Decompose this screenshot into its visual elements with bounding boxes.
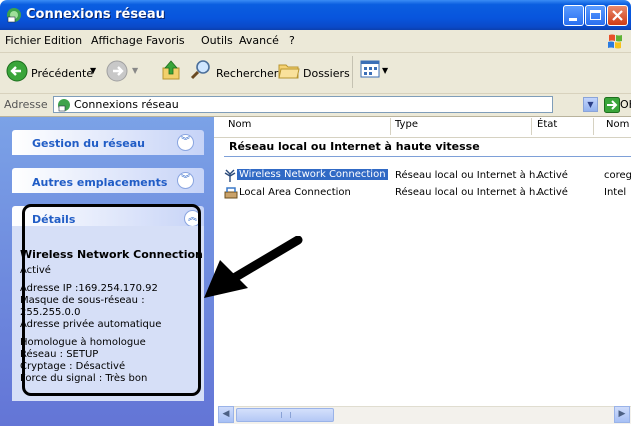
up-folder-button[interactable]	[160, 58, 182, 85]
folders-button[interactable]	[278, 60, 300, 83]
back-button[interactable]	[6, 60, 28, 85]
network-connections-icon	[7, 8, 21, 23]
menu-help[interactable]: ?	[289, 34, 295, 47]
column-divider[interactable]	[390, 118, 391, 135]
back-label[interactable]: Précédente	[31, 67, 93, 80]
maximize-button[interactable]	[585, 5, 606, 26]
other-places-title[interactable]: Autres emplacements	[32, 176, 167, 189]
search-label[interactable]: Rechercher	[216, 67, 278, 80]
scroll-thumb[interactable]	[236, 408, 334, 422]
maximize-icon	[590, 10, 601, 20]
column-header-name[interactable]: Nom	[228, 119, 251, 136]
network-connections-icon	[58, 99, 70, 112]
chevron-expand-icon[interactable]: ︾	[177, 172, 194, 189]
go-label[interactable]: OK	[620, 98, 631, 111]
close-button[interactable]	[607, 5, 628, 26]
grip-icon	[281, 412, 291, 418]
menu-file[interactable]: Fichier	[5, 34, 41, 47]
back-arrow-icon	[6, 60, 28, 82]
menu-favorites[interactable]: Favoris	[146, 34, 185, 47]
column-header-device[interactable]: Nom	[606, 119, 629, 136]
forward-dropdown-icon[interactable]: ▼	[132, 66, 138, 75]
column-divider[interactable]	[531, 118, 532, 135]
views-dropdown-icon[interactable]: ▼	[382, 66, 388, 75]
views-icon	[360, 60, 380, 78]
menu-advanced[interactable]: Avancé	[239, 34, 279, 47]
annotation-arrow	[204, 236, 303, 298]
go-arrow-icon[interactable]	[604, 97, 620, 113]
forward-button[interactable]	[106, 60, 128, 85]
chevron-expand-icon[interactable]: ︾	[177, 134, 194, 151]
row-lan-status: Activé	[537, 187, 568, 198]
column-divider[interactable]	[593, 118, 594, 135]
lan-connection-icon	[224, 187, 238, 199]
views-button[interactable]	[360, 60, 380, 81]
forward-arrow-icon	[106, 60, 128, 82]
group-divider	[224, 156, 631, 157]
minimize-icon	[569, 18, 577, 21]
search-icon	[190, 60, 210, 80]
close-icon	[612, 10, 623, 21]
network-tasks-title[interactable]: Gestion du réseau	[32, 137, 145, 150]
row-wireless-name[interactable]: Wireless Network Connection	[237, 169, 388, 180]
group-title: Réseau local ou Internet à haute vitesse	[229, 140, 480, 153]
toolbar-separator	[352, 56, 353, 88]
column-header-type[interactable]: Type	[395, 119, 418, 136]
row-lan-type: Réseau local ou Internet à h...	[395, 187, 545, 198]
menu-view[interactable]: Affichage	[91, 34, 143, 47]
row-wireless-device: coreg	[604, 170, 631, 181]
row-wireless-status: Activé	[537, 170, 568, 181]
menu-edit[interactable]: Edition	[44, 34, 82, 47]
row-wireless-type: Réseau local ou Internet à h...	[395, 170, 545, 181]
back-dropdown-icon[interactable]: ▼	[90, 66, 96, 75]
wireless-antenna-icon	[224, 169, 236, 182]
scroll-right-button[interactable]: ▶	[614, 406, 630, 423]
address-dropdown-button[interactable]: ▼	[583, 97, 598, 112]
window-title: Connexions réseau	[26, 7, 165, 22]
column-header-status[interactable]: État	[537, 119, 557, 136]
windows-logo-icon	[608, 34, 622, 49]
folder-up-icon	[162, 60, 180, 80]
folders-icon	[278, 64, 300, 79]
search-button[interactable]	[190, 59, 212, 84]
highlight-box	[22, 204, 201, 396]
folders-label[interactable]: Dossiers	[303, 67, 350, 80]
column-header-row	[214, 117, 631, 138]
row-lan-name[interactable]: Local Area Connection	[239, 187, 351, 198]
minimize-button[interactable]	[563, 5, 584, 26]
address-label: Adresse	[4, 98, 48, 111]
row-lan-device: Intel	[604, 187, 627, 198]
scroll-left-button[interactable]: ◀	[218, 406, 234, 423]
address-value[interactable]: Connexions réseau	[74, 98, 179, 111]
menu-tools[interactable]: Outils	[201, 34, 233, 47]
